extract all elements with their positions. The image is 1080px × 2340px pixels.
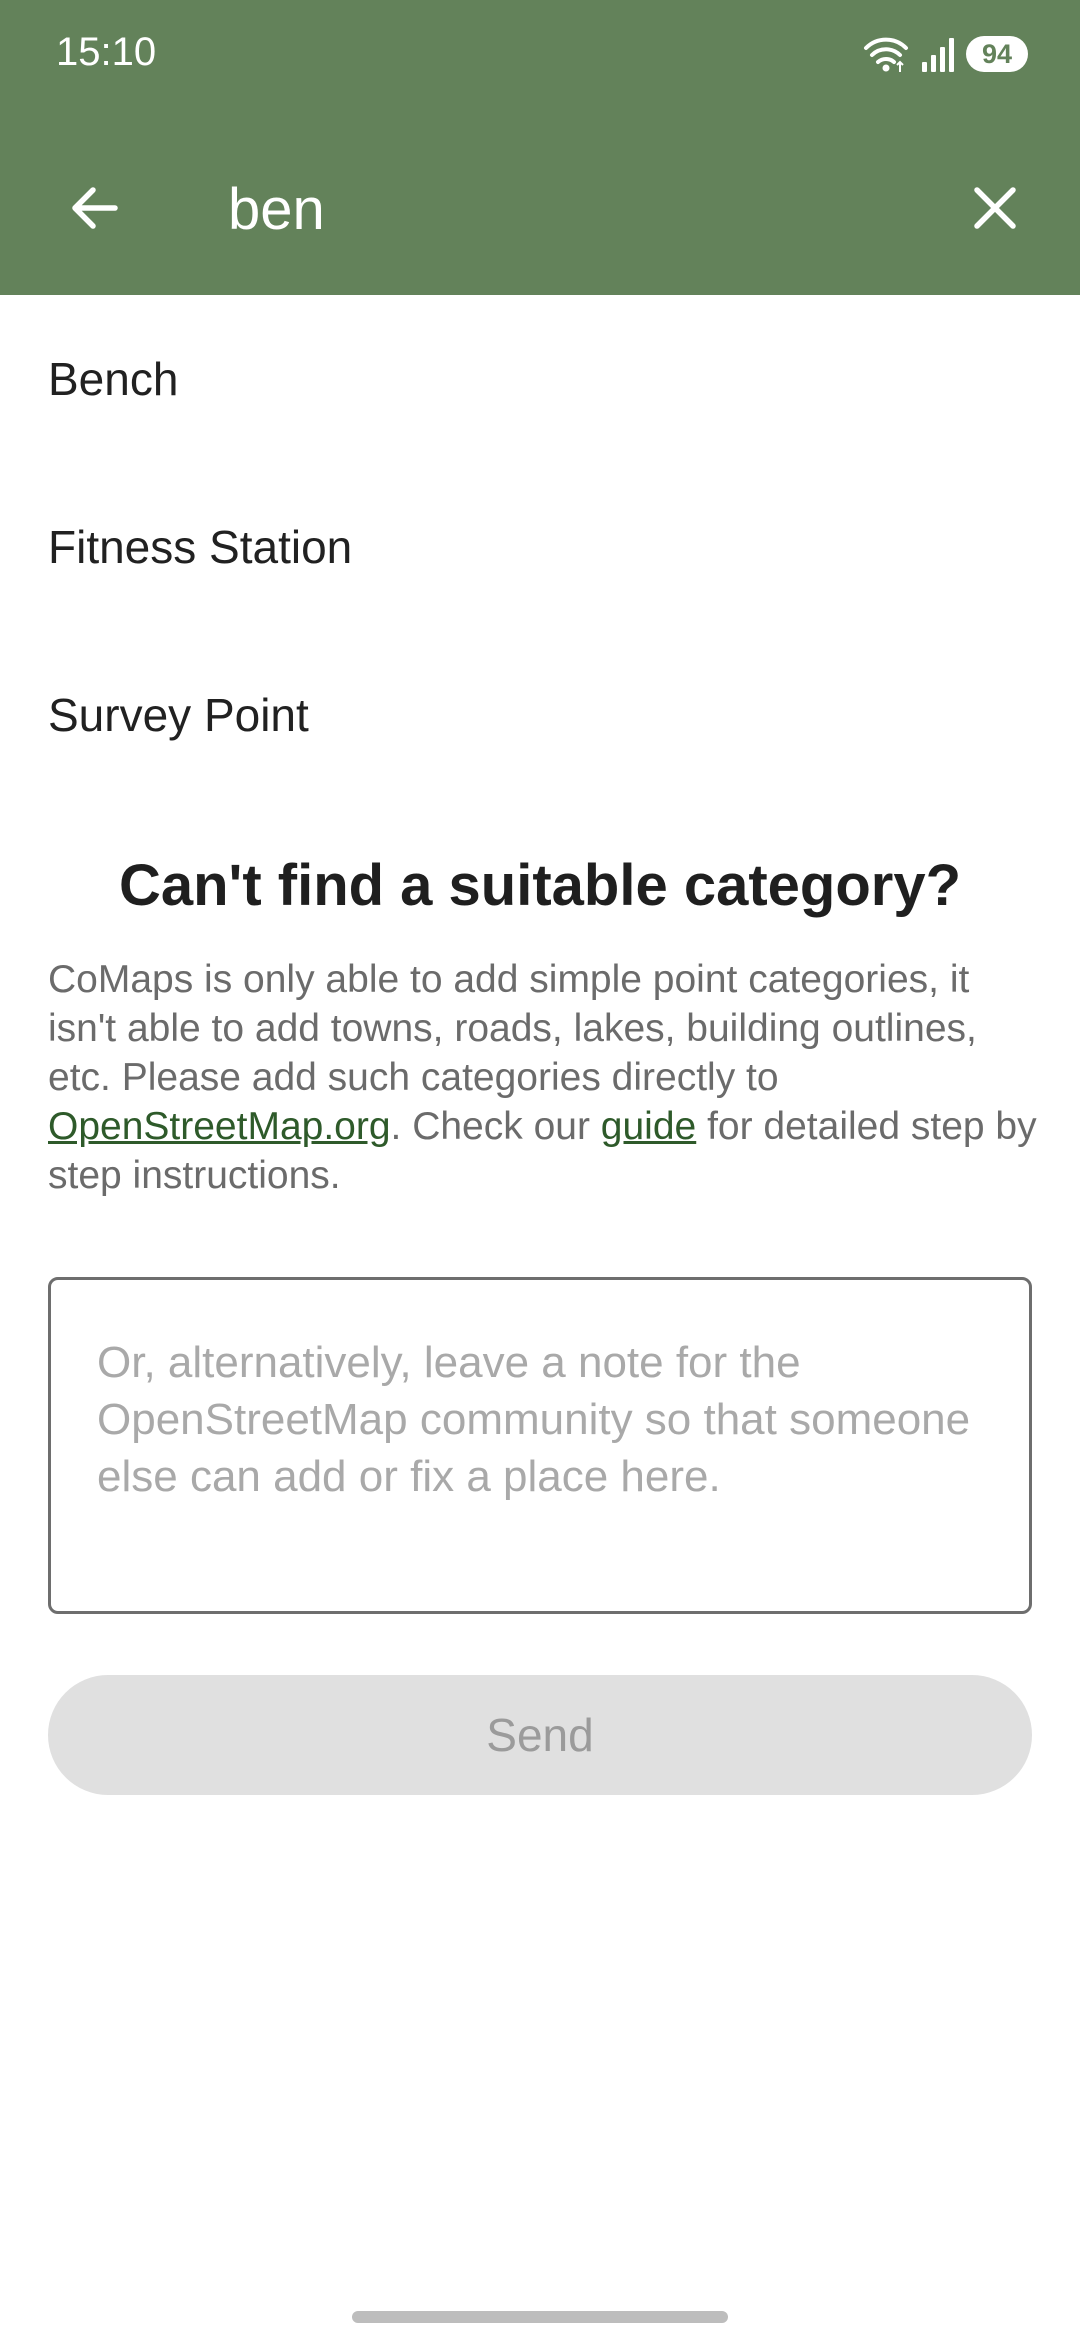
clear-search-button[interactable]: [950, 165, 1040, 255]
home-indicator[interactable]: [352, 2311, 728, 2323]
send-button[interactable]: Send: [48, 1675, 1032, 1795]
list-item[interactable]: Fitness Station: [0, 463, 1080, 631]
note-field: [48, 1277, 1032, 1614]
signal-icon: [920, 34, 956, 74]
guide-link[interactable]: guide: [601, 1105, 696, 1148]
help-text-part: CoMaps is only able to add simple point …: [48, 958, 977, 1099]
osm-link[interactable]: OpenStreetMap.org: [48, 1105, 391, 1148]
search-toolbar: [0, 110, 1080, 295]
arrow-left-icon: [67, 180, 123, 241]
help-text-part: . Check our: [390, 1105, 601, 1148]
search-input[interactable]: [228, 165, 928, 255]
note-input[interactable]: [97, 1334, 984, 1591]
help-text: CoMaps is only able to add simple point …: [48, 955, 1038, 1200]
status-time: 15:10: [56, 30, 157, 74]
wifi-icon: [862, 34, 910, 74]
close-icon: [971, 184, 1019, 237]
help-title: Can't find a suitable category?: [118, 853, 962, 918]
app-bar: 15:10 94: [0, 0, 1080, 295]
battery-icon: 94: [966, 36, 1028, 72]
status-icons: 94: [862, 34, 1028, 74]
list-item[interactable]: Bench: [0, 295, 1080, 463]
back-button[interactable]: [50, 165, 140, 255]
category-results-list: Bench Fitness Station Survey Point: [0, 295, 1080, 799]
list-item[interactable]: Survey Point: [0, 631, 1080, 799]
status-bar: 15:10 94: [0, 0, 1080, 110]
